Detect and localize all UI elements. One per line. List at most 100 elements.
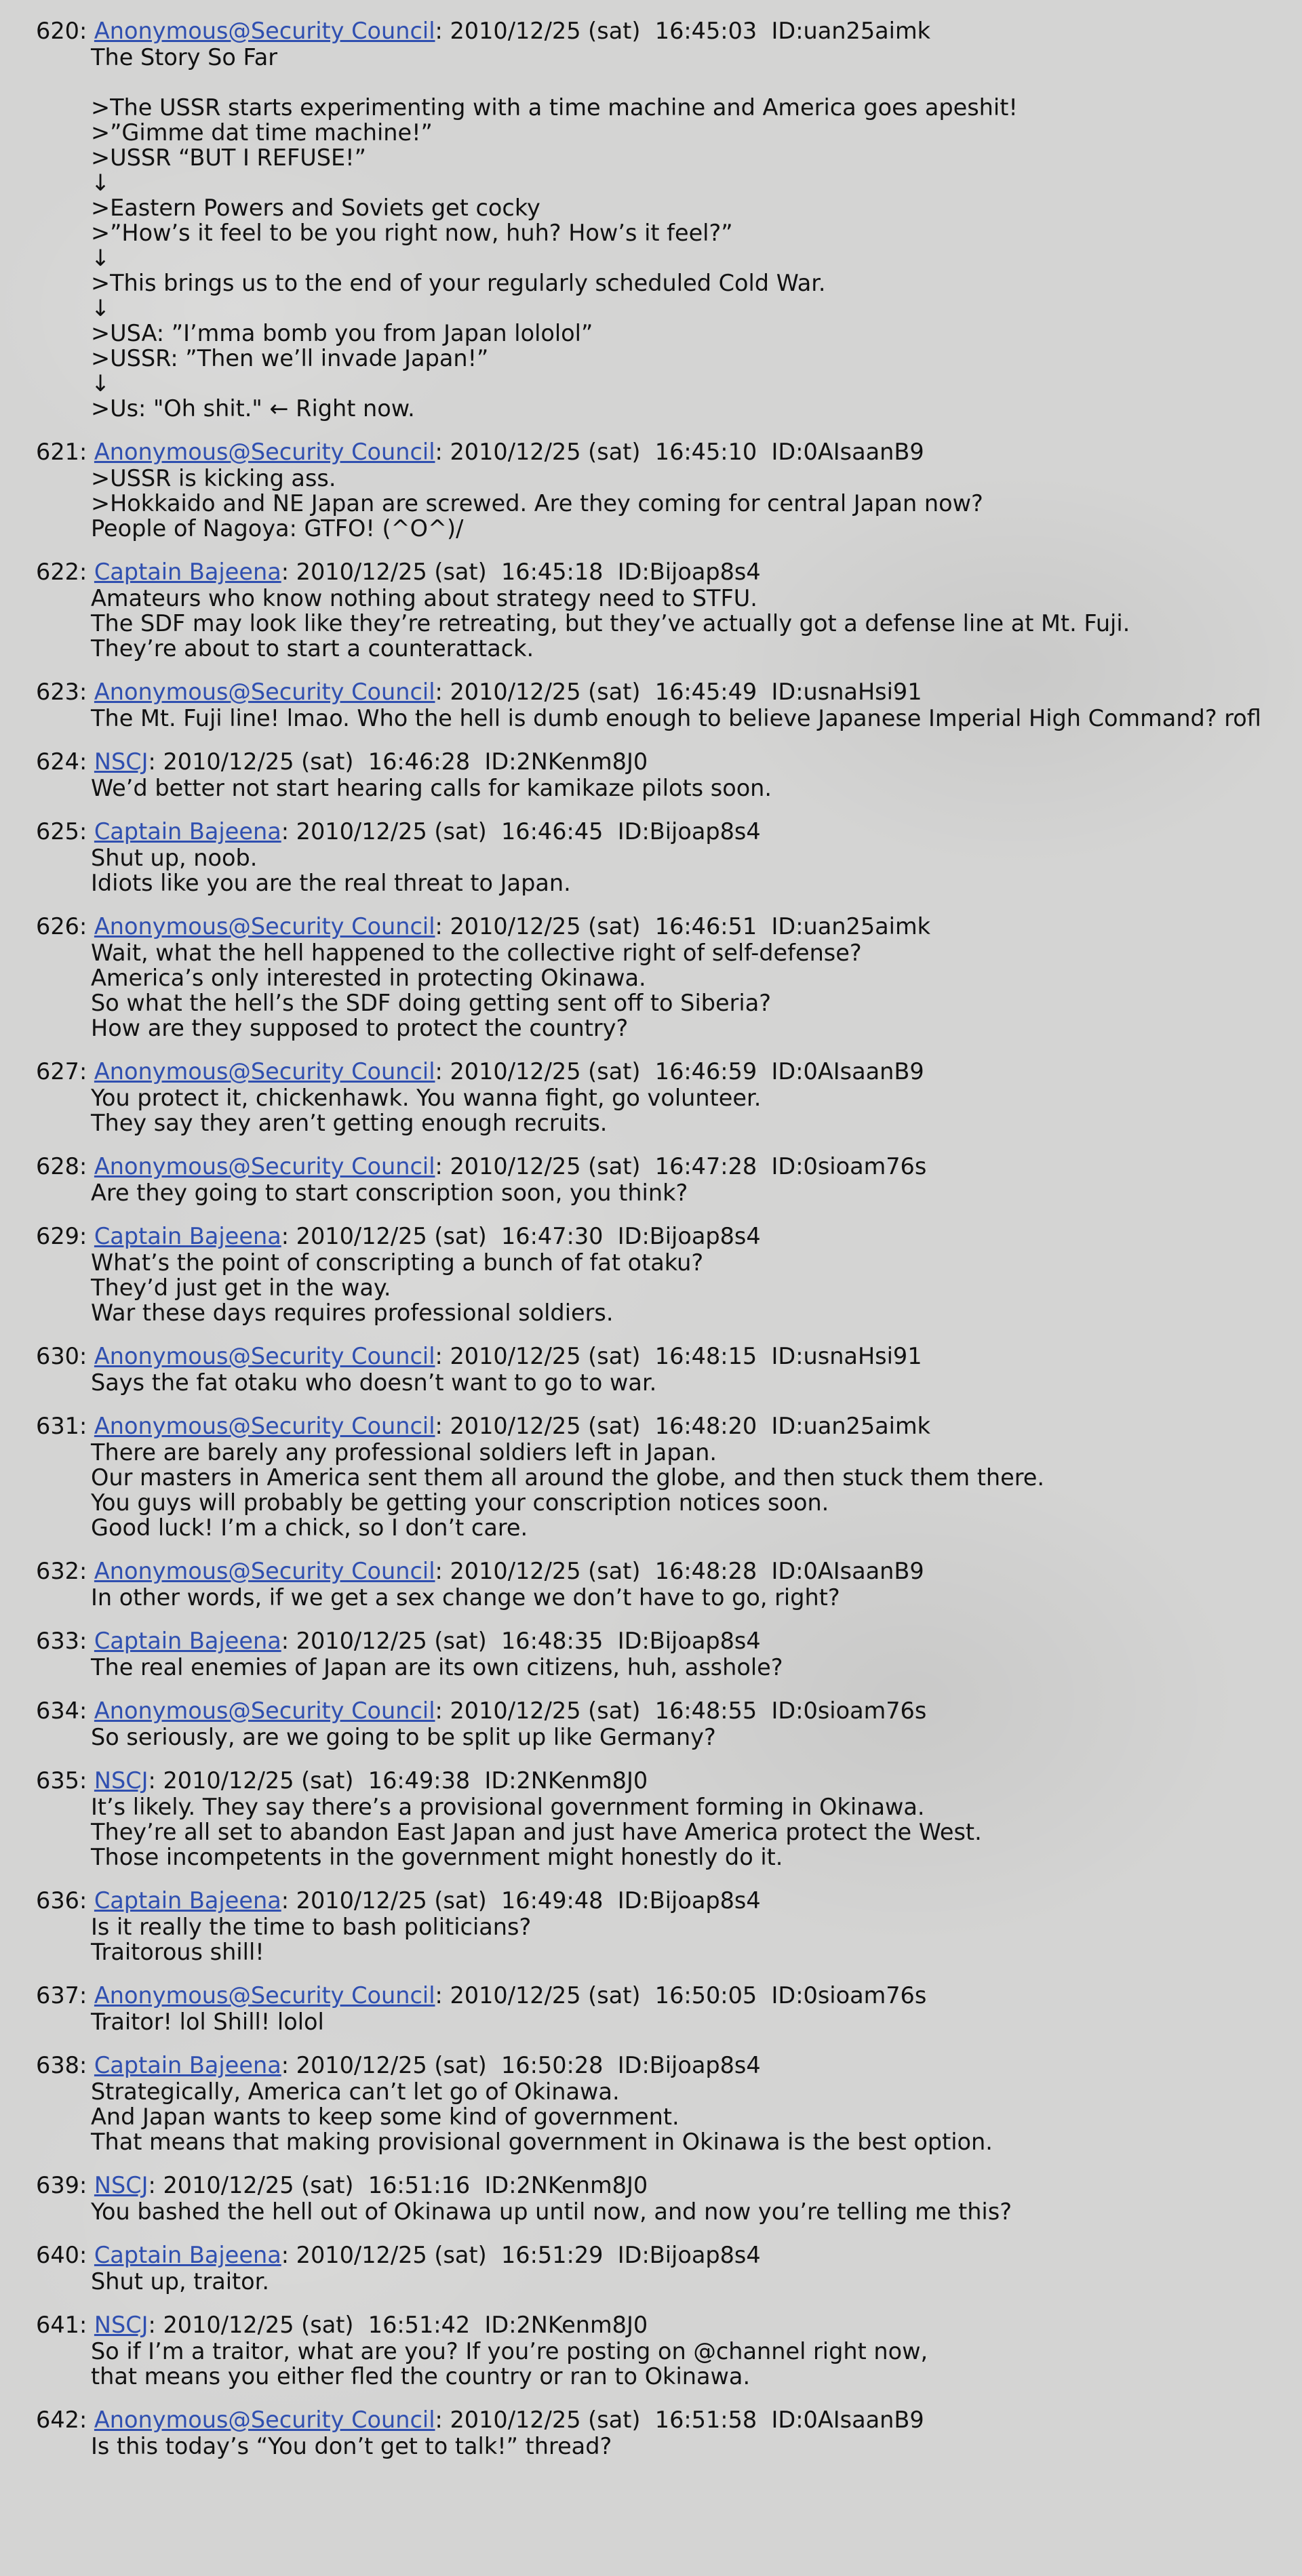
poster-name-link[interactable]: Anonymous@Security Council [94, 2407, 435, 2433]
time-spacer [603, 2242, 617, 2268]
time-spacer [757, 1413, 771, 1439]
time-spacer [470, 2312, 484, 2338]
post-body: Shut up, traitor. [91, 2269, 1275, 2294]
post-header: 641: NSCJ: 2010/12/25 (sat) 16:51:42 ID:… [36, 2312, 1275, 2339]
post-date: 2010/12/25 (sat) [296, 1223, 487, 1249]
post-body: The real enemies of Japan are its own ci… [91, 1655, 1275, 1680]
time-spacer [603, 1628, 617, 1654]
poster-name-link[interactable]: Captain Bajeena [94, 2242, 281, 2268]
date-spacer [640, 1697, 654, 1724]
post-time: 16:47:30 [500, 1223, 604, 1249]
poster-name-link[interactable]: NSCJ [94, 2172, 149, 2198]
poster-name-link[interactable]: Captain Bajeena [94, 2052, 281, 2078]
poster-name-link[interactable]: Captain Bajeena [94, 559, 281, 585]
poster-name-link[interactable]: Anonymous@Security Council [94, 1558, 435, 1584]
time-spacer [470, 748, 484, 775]
post-date: 2010/12/25 (sat) [163, 1767, 354, 1794]
date-spacer [640, 1343, 654, 1369]
post-line: The Mt. Fuji line! lmao. Who the hell is… [91, 705, 1261, 731]
time-spacer [757, 1558, 771, 1584]
post-line: There are barely any professional soldie… [91, 1439, 717, 1466]
post-time: 16:49:48 [500, 1887, 604, 1914]
post-date: 2010/12/25 (sat) [450, 679, 641, 705]
post-header: 625: Captain Bajeena: 2010/12/25 (sat) 1… [36, 818, 1275, 845]
poster-name-link[interactable]: Anonymous@Security Council [94, 1153, 435, 1180]
poster-id: ID:0sioam76s [771, 1153, 927, 1180]
poster-name-link[interactable]: Anonymous@Security Council [94, 1982, 435, 2009]
poster-name-link[interactable]: Captain Bajeena [94, 1223, 281, 1249]
poster-name-link[interactable]: Captain Bajeena [94, 818, 281, 845]
poster-name-link[interactable]: Anonymous@Security Council [94, 913, 435, 940]
time-spacer [757, 18, 771, 44]
name-separator: : [435, 1558, 450, 1584]
number-separator: : [79, 818, 94, 845]
name-separator: : [435, 913, 450, 940]
post-time: 16:46:28 [368, 748, 471, 775]
post-line: Good luck! I’m a chick, so I don’t care. [91, 1514, 528, 1541]
post-header: 629: Captain Bajeena: 2010/12/25 (sat) 1… [36, 1223, 1275, 1250]
poster-id: ID:0sioam76s [771, 1982, 927, 2009]
date-spacer [487, 1887, 501, 1914]
name-separator: : [148, 2312, 163, 2338]
number-separator: : [79, 1058, 94, 1085]
poster-name-link[interactable]: Anonymous@Security Council [94, 1343, 435, 1369]
time-spacer [757, 913, 771, 940]
post: 629: Captain Bajeena: 2010/12/25 (sat) 1… [36, 1223, 1275, 1325]
post-time: 16:50:05 [654, 1982, 757, 2009]
post-body: Amateurs who know nothing about strategy… [91, 586, 1275, 661]
post-number: 621 [36, 439, 79, 465]
post: 636: Captain Bajeena: 2010/12/25 (sat) 1… [36, 1887, 1275, 1965]
post-body: Shut up, noob. Idiots like you are the re… [91, 845, 1275, 895]
post-line: Is this today’s “You don’t get to talk!”… [91, 2433, 612, 2459]
post-line: that means you either fled the country o… [91, 2363, 751, 2390]
time-spacer [470, 2172, 484, 2198]
post-line: War these days requires professional sol… [91, 1300, 614, 1326]
poster-name-link[interactable]: Anonymous@Security Council [94, 18, 435, 44]
post-date: 2010/12/25 (sat) [450, 913, 641, 940]
number-separator: : [79, 1558, 94, 1584]
post-line: Shut up, traitor. [91, 2268, 270, 2295]
post-body: The Story So Far >The USSR starts experim… [91, 45, 1275, 421]
post-time: 16:51:58 [654, 2407, 757, 2433]
date-spacer [353, 2312, 368, 2338]
poster-name-link[interactable]: NSCJ [94, 1767, 149, 1794]
post-header: 642: Anonymous@Security Council: 2010/12… [36, 2407, 1275, 2434]
poster-name-link[interactable]: Anonymous@Security Council [94, 1413, 435, 1439]
post-line: >Us: "Oh shit." ← Right now. [91, 395, 415, 422]
post-line: Shut up, noob. [91, 845, 258, 871]
poster-name-link[interactable]: NSCJ [94, 2312, 149, 2338]
post-number: 628 [36, 1153, 79, 1180]
poster-name-link[interactable]: Captain Bajeena [94, 1628, 281, 1654]
date-spacer [640, 18, 654, 44]
post-body: Wait, what the hell happened to the coll… [91, 940, 1275, 1041]
date-spacer [353, 748, 368, 775]
post-time: 16:49:38 [368, 1767, 471, 1794]
poster-name-link[interactable]: Anonymous@Security Council [94, 439, 435, 465]
post-line: Is it really the time to bash politician… [91, 1914, 532, 1940]
post-number: 634 [36, 1697, 79, 1724]
post-line: So what the hell’s the SDF doing getting… [91, 990, 772, 1016]
post-line: It’s likely. They say there’s a provisio… [91, 1794, 925, 1820]
post-line: The real enemies of Japan are its own ci… [91, 1654, 783, 1681]
poster-name-link[interactable]: Anonymous@Security Council [94, 679, 435, 705]
poster-name-link[interactable]: Anonymous@Security Council [94, 1697, 435, 1724]
post-line: Those incompetents in the government mig… [91, 1844, 783, 1870]
poster-id: ID:Bijoap8s4 [617, 818, 761, 845]
date-spacer [640, 1058, 654, 1085]
post-date: 2010/12/25 (sat) [163, 748, 354, 775]
post-number: 636 [36, 1887, 79, 1914]
name-separator: : [435, 1058, 450, 1085]
poster-name-link[interactable]: Captain Bajeena [94, 1887, 281, 1914]
post-number: 623 [36, 679, 79, 705]
poster-name-link[interactable]: NSCJ [94, 748, 149, 775]
poster-id: ID:0AIsaanB9 [771, 439, 924, 465]
poster-name-link[interactable]: Anonymous@Security Council [94, 1058, 435, 1085]
post-line: ↓ [91, 295, 111, 321]
name-separator: : [435, 18, 450, 44]
post-body: So seriously, are we going to be split u… [91, 1725, 1275, 1750]
poster-id: ID:uan25aimk [771, 18, 930, 44]
post-line: ↓ [91, 169, 111, 196]
poster-id: ID:Bijoap8s4 [617, 2242, 761, 2268]
post-number: 638 [36, 2052, 79, 2078]
poster-id: ID:Bijoap8s4 [617, 2052, 761, 2078]
